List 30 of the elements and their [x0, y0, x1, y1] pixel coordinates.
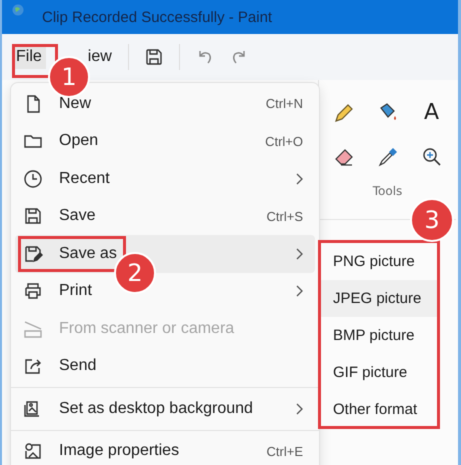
save-as-icon	[23, 244, 43, 264]
shortcut-text: Ctrl+O	[265, 134, 303, 149]
menu-item[interactable]: Recent	[15, 160, 315, 198]
menu-item[interactable]: Save Ctrl+S	[15, 198, 315, 235]
save-icon	[23, 206, 43, 226]
menu-item[interactable]: Image properties Ctrl+E	[15, 432, 315, 465]
tools-group-label: Tools	[372, 184, 402, 198]
printer-icon	[23, 281, 43, 302]
color-picker-icon[interactable]	[376, 146, 398, 168]
globe-icon	[12, 4, 24, 16]
window-title: Clip Recorded Successfully - Paint	[42, 8, 272, 26]
menu-item[interactable]: Open Ctrl+O	[15, 122, 315, 160]
shortcut-text: Ctrl+E	[266, 444, 303, 459]
image-settings-icon	[23, 441, 43, 462]
save-icon[interactable]	[144, 48, 163, 66]
submenu-item[interactable]: PNG picture	[321, 243, 437, 280]
submenu-item[interactable]: JPEG picture	[321, 280, 437, 317]
menu-item[interactable]: Set as desktop background	[15, 390, 315, 428]
submenu-item[interactable]: BMP picture	[321, 317, 437, 354]
pencil-icon[interactable]	[332, 102, 354, 124]
submenu-item[interactable]: Other format	[321, 391, 437, 428]
text-tool-icon[interactable]: A	[424, 102, 440, 124]
menu-item[interactable]: Send	[15, 348, 315, 385]
shortcut-text: Ctrl+S	[266, 208, 303, 224]
scanner-icon	[23, 318, 43, 339]
magnifier-icon[interactable]	[422, 147, 442, 167]
submenu-item[interactable]: GIF picture	[321, 354, 437, 391]
shortcut-text: Ctrl+N	[266, 96, 303, 112]
view-menu-button[interactable]: iew	[88, 45, 112, 69]
clock-icon	[23, 168, 43, 189]
